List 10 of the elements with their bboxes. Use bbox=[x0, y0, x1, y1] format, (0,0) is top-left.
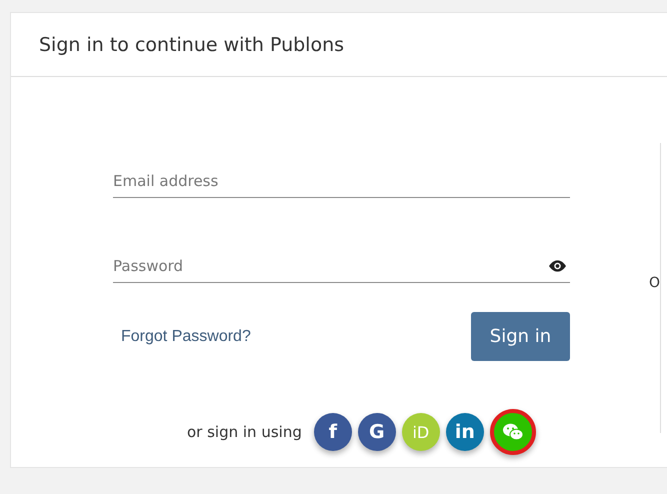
social-sign-in-label: or sign in using bbox=[187, 423, 302, 441]
wechat-button[interactable] bbox=[490, 409, 536, 455]
linkedin-button[interactable]: in bbox=[446, 413, 484, 451]
eye-icon[interactable] bbox=[549, 260, 566, 272]
email-field[interactable]: Email address bbox=[113, 165, 570, 198]
facebook-button[interactable]: f bbox=[314, 413, 352, 451]
sign-in-button[interactable]: Sign in bbox=[471, 312, 570, 361]
dialog-title: Sign in to continue with Publons bbox=[39, 34, 344, 56]
google-button[interactable]: G bbox=[358, 413, 396, 451]
forgot-password-link[interactable]: Forgot Password? bbox=[121, 328, 251, 346]
